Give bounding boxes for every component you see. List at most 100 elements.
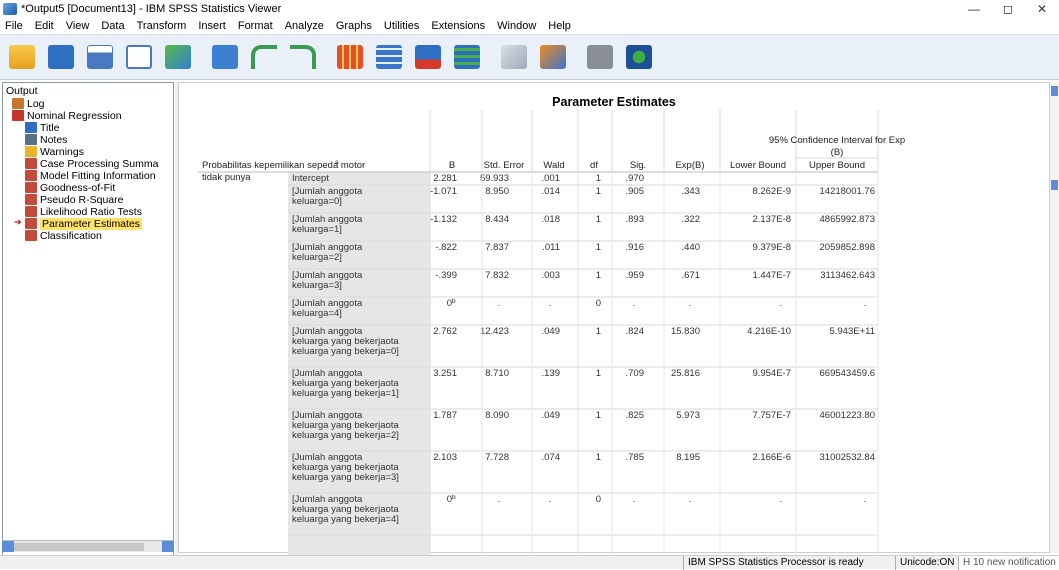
outline-item-label: Pseudo R-Square: [40, 193, 124, 206]
menu-extensions[interactable]: Extensions: [425, 20, 491, 32]
title-icon: [25, 122, 37, 133]
table-icon: [25, 182, 37, 193]
scroll-left-arrow[interactable]: [2, 541, 14, 552]
row-label: keluarga=2]: [292, 252, 342, 263]
cell-ub: 2059852.898: [820, 242, 875, 253]
row-label: Intercept: [292, 173, 329, 184]
close-button[interactable]: ✕: [1025, 2, 1059, 16]
menu-window[interactable]: Window: [491, 20, 542, 32]
cell-B: 3.251: [433, 368, 457, 379]
cell-se: 7.728: [485, 452, 509, 463]
print-icon: [87, 45, 113, 69]
goto-case-icon: [376, 45, 402, 69]
goto-variable-button[interactable]: [412, 41, 444, 73]
footnote-a-marker: a: [335, 159, 339, 166]
dependent-variable-header: Probabilitas kepemilikan sepeda motor: [202, 160, 365, 171]
menu-graphs[interactable]: Graphs: [330, 20, 378, 32]
cell-exp: .: [689, 298, 692, 309]
cell-wald: .014: [542, 186, 561, 197]
scroll-up-marker[interactable]: [1051, 86, 1058, 96]
print-button[interactable]: [84, 41, 116, 73]
outline-horizontal-scrollbar[interactable]: [2, 540, 174, 552]
menu-transform[interactable]: Transform: [131, 20, 193, 32]
window-controls: — ◻ ✕: [957, 0, 1059, 18]
print-preview-button[interactable]: [123, 41, 155, 73]
unicode-status: Unicode:ON: [895, 556, 954, 570]
weight-cases-button[interactable]: [537, 41, 569, 73]
cell-lb: 4.216E-10: [747, 326, 791, 337]
cell-ub: 3113462.643: [820, 270, 875, 281]
cell-df: 1: [596, 410, 601, 421]
variables-icon: [454, 45, 480, 69]
column-header-df: df: [590, 160, 598, 171]
cell-sig: .970: [626, 173, 645, 184]
designate-window-button[interactable]: [623, 41, 655, 73]
split-file-button[interactable]: [498, 41, 530, 73]
cell-wald: .049: [542, 326, 561, 337]
cell-df: 1: [596, 214, 601, 225]
menu-edit[interactable]: Edit: [29, 20, 60, 32]
select-cases-button[interactable]: [584, 41, 616, 73]
warning-icon: [25, 146, 37, 157]
goto-case-button[interactable]: [373, 41, 405, 73]
column-header-lower-bound: Lower Bound: [730, 160, 786, 171]
menu-analyze[interactable]: Analyze: [279, 20, 330, 32]
outline-item-classification[interactable]: Classification: [25, 229, 102, 242]
variables-button[interactable]: [451, 41, 483, 73]
output-outline-pane[interactable]: Output Log Nominal Regression Title Notes Wa…: [2, 82, 174, 560]
cell-lb: 9.954E-7: [752, 368, 791, 379]
export-button[interactable]: [162, 41, 194, 73]
redo-button[interactable]: [287, 41, 319, 73]
designate-window-icon: [626, 45, 652, 69]
cell-df: 1: [596, 326, 601, 337]
cell-wald: .: [549, 298, 552, 309]
row-label: keluarga=1]: [292, 224, 342, 235]
maximize-button[interactable]: ◻: [991, 2, 1025, 16]
row-label: keluarga yang bekerja=4]: [292, 514, 399, 525]
scroll-thumb-marker[interactable]: [1051, 180, 1058, 190]
column-header-exp-b-: Exp(B): [675, 160, 704, 171]
cell-exp: .343: [682, 186, 701, 197]
minimize-button[interactable]: —: [957, 2, 991, 16]
cell-B: -1.071: [430, 186, 457, 197]
content-vertical-scrollbar[interactable]: [1050, 82, 1059, 553]
cell-lb: 2.137E-8: [752, 214, 791, 225]
undo-button[interactable]: [248, 41, 280, 73]
goto-data-button[interactable]: [334, 41, 366, 73]
notifications-status[interactable]: H 10 new notification: [958, 556, 1059, 570]
cell-lb: .: [780, 494, 783, 505]
open-folder-button[interactable]: [6, 41, 38, 73]
cell-se: 8.950: [485, 186, 509, 197]
menu-help[interactable]: Help: [542, 20, 577, 32]
parameter-estimates-table[interactable]: 95% Confidence Interval for Exp(B) Probab…: [198, 110, 978, 558]
cell-exp: .671: [682, 270, 701, 281]
cell-lb: .: [780, 298, 783, 309]
menu-utilities[interactable]: Utilities: [378, 20, 425, 32]
cell-se: 12.423: [480, 326, 509, 337]
selection-arrow-icon: ➔: [14, 217, 22, 227]
cell-exp: .: [689, 494, 692, 505]
cell-se: 59.933: [480, 173, 509, 184]
cell-df: 1: [596, 368, 601, 379]
cell-wald: .018: [542, 214, 561, 225]
processor-status: IBM SPSS Statistics Processor is ready: [683, 556, 879, 570]
cell-df: 0: [596, 494, 601, 505]
cell-B: -.822: [435, 242, 457, 253]
group-label: tidak punya: [202, 172, 251, 183]
cell-se: .: [498, 298, 501, 309]
menu-insert[interactable]: Insert: [192, 20, 232, 32]
cell-wald: .139: [542, 368, 561, 379]
menu-view[interactable]: View: [60, 20, 96, 32]
outline-root[interactable]: Output: [6, 84, 38, 97]
table-title: Parameter Estimates: [552, 95, 676, 109]
cell-B: -1.132: [430, 214, 457, 225]
menu-format[interactable]: Format: [232, 20, 279, 32]
save-button[interactable]: [45, 41, 77, 73]
scroll-right-arrow[interactable]: [162, 541, 174, 552]
menu-data[interactable]: Data: [95, 20, 130, 32]
menu-file[interactable]: File: [0, 20, 29, 32]
recall-dialog-button[interactable]: [209, 41, 241, 73]
scroll-thumb[interactable]: [14, 543, 144, 551]
row-label: keluarga=3]: [292, 280, 342, 291]
spss-app-icon: [3, 3, 17, 15]
